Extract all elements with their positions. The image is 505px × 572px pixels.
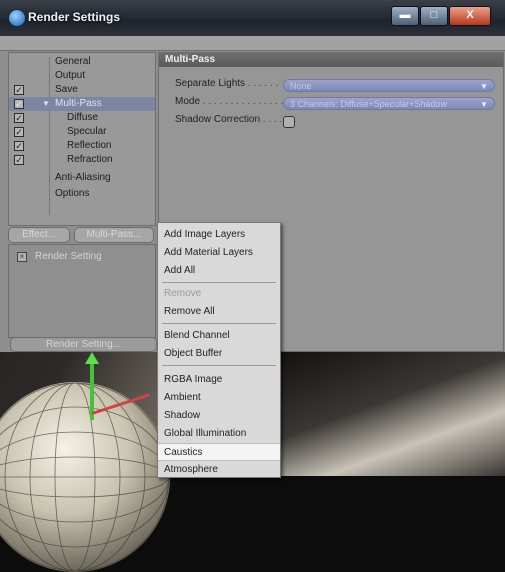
tab-multipass[interactable]: Multi-Pass... [74,227,154,243]
tree-item-label: Save [55,84,78,95]
viewport-floor [250,352,505,476]
tab-effect[interactable]: Effect... [8,227,70,243]
tree-item-multipass[interactable]: ✓ ▼ Multi-Pass [9,97,155,111]
tree-item-options[interactable]: Options [9,187,155,201]
checkbox-specular[interactable]: ✓ [14,127,24,137]
label-dots: . . . . . . [245,78,279,89]
dropdown-value: 3 Channels: Diffuse+Specular+Shadow [290,99,447,109]
settings-tree: General Output ✓ Save ✓ ▼ Multi-Pass ✓ D… [8,52,156,226]
checkbox-refraction[interactable]: ✓ [14,155,24,165]
tree-item-label: General [55,56,91,67]
tree-item-label: Specular [67,126,107,137]
mode-row: Mode . . . . . . . . . . . . . . . . [175,95,289,109]
menu-item-add-all[interactable]: Add All [158,262,280,280]
tree-item-label: Output [55,70,86,81]
tree-item-label: Anti-Aliasing [55,172,111,183]
checkbox-reflection[interactable]: ✓ [14,141,24,151]
mode-dropdown[interactable]: 3 Channels: Diffuse+Specular+Shadow ▼ [283,97,495,110]
dropdown-value: None [290,81,312,91]
tree-item-output[interactable]: Output [9,69,155,83]
menu-separator [162,365,276,366]
tree-item-refraction[interactable]: ✓ Refraction [9,153,155,167]
checkbox-diffuse[interactable]: ✓ [14,113,24,123]
menu-item-remove-all[interactable]: Remove All [158,303,280,321]
mode-label: Mode [175,96,201,107]
app-icon [8,9,26,27]
separate-lights-dropdown[interactable]: None ▼ [283,79,495,92]
menu-item-blend-channel[interactable]: Blend Channel [158,327,280,345]
menu-item-shadow[interactable]: Shadow [158,407,280,425]
menu-item-caustics[interactable]: Caustics [158,443,280,461]
checkbox-save[interactable]: ✓ [14,85,24,95]
menu-strip [0,36,505,51]
tree-item-label: Diffuse [67,112,98,123]
menu-item-add-material-layers[interactable]: Add Material Layers [158,244,280,262]
panel-header: Multi-Pass [159,53,503,67]
menu-item-rgba-image[interactable]: RGBA Image [158,371,280,389]
tab-bar: Effect... Multi-Pass... [8,227,154,243]
close-button[interactable]: X [449,6,491,26]
shadow-correction-row: Shadow Correction . . . . [175,113,282,127]
tree-item-label: Multi-Pass [55,98,102,109]
shadow-correction-checkbox[interactable] [283,116,295,128]
checkbox-multipass[interactable]: ✓ [14,99,24,109]
wireframe-sphere [0,382,170,572]
add-pass-context-menu: Add Image Layers Add Material Layers Add… [157,222,281,478]
render-setting-list: × Render Setting [8,244,156,338]
chevron-down-icon: ▼ [480,100,488,109]
remove-icon[interactable]: × [17,252,27,262]
list-item-label: Render Setting [35,251,102,262]
maximize-button[interactable]: □ [420,6,448,26]
tree-item-label: Reflection [67,140,112,151]
menu-item-object-buffer[interactable]: Object Buffer [158,345,280,363]
tree-item-general[interactable]: General [9,55,155,69]
shadow-correction-label: Shadow Correction [175,114,261,125]
separate-lights-label: Separate Lights [175,78,246,89]
menu-item-add-image-layers[interactable]: Add Image Layers [158,226,280,244]
tree-item-specular[interactable]: ✓ Specular [9,125,155,139]
tree-item-reflection[interactable]: ✓ Reflection [9,139,155,153]
tree-item-diffuse[interactable]: ✓ Diffuse [9,111,155,125]
list-item[interactable]: × Render Setting [17,251,102,262]
menu-separator [162,323,276,324]
expand-arrow-icon[interactable]: ▼ [42,97,50,111]
tree-item-label: Options [55,188,90,199]
label-dots: . . . . . . . . . . . . . . . . [200,96,289,107]
title-bar[interactable]: Render Settings ▬ □ X [0,0,505,36]
tree-item-save[interactable]: ✓ Save [9,83,155,97]
menu-item-remove[interactable]: Remove [158,285,280,303]
tree-item-label: Refraction [67,154,113,165]
y-axis-arrow-icon[interactable] [85,352,99,364]
label-dots: . . . . [260,114,283,125]
minimize-button[interactable]: ▬ [391,6,419,26]
render-setting-button[interactable]: Render Setting... [10,337,157,352]
chevron-down-icon: ▼ [480,82,488,91]
menu-separator [162,282,276,283]
separate-lights-row: Separate Lights . . . . . . [175,77,278,91]
menu-item-ambient[interactable]: Ambient [158,389,280,407]
menu-item-global-illumination[interactable]: Global Illumination [158,425,280,443]
tree-item-anti-aliasing[interactable]: Anti-Aliasing [9,171,155,185]
window-title: Render Settings [28,10,121,24]
menu-item-atmosphere[interactable]: Atmosphere [158,461,280,479]
